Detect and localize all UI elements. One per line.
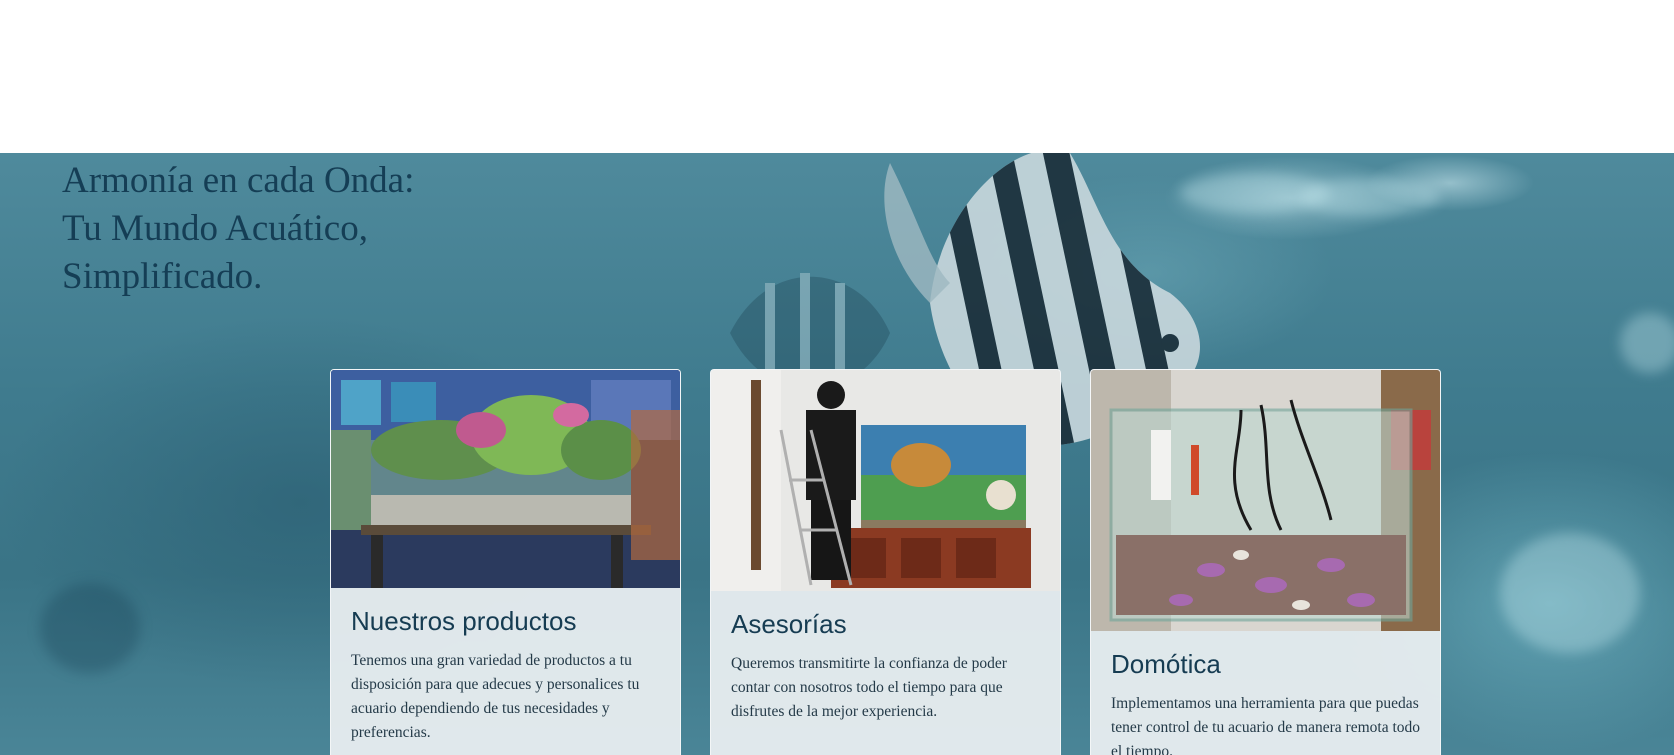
card-text: Queremos transmitirte la confianza de po… — [731, 655, 1007, 720]
top-header-area — [0, 0, 1674, 153]
card-title: Nuestros productos — [351, 606, 577, 636]
aquarium-automation-photo — [1091, 370, 1440, 631]
hero-title-line-1: Armonía en cada Onda: — [62, 160, 415, 201]
aquarium-maintenance-photo — [711, 370, 1060, 591]
card-advisory[interactable]: Asesorías Queremos transmitirte la confi… — [710, 369, 1061, 755]
card-title: Asesorías — [731, 609, 847, 639]
hero-title-line-3: Simplificado. — [62, 256, 263, 297]
hero-section: Armonía en cada Onda: Tu Mundo Acuático,… — [0, 153, 1674, 755]
card-title: Domótica — [1111, 649, 1221, 679]
hero-title: Armonía en cada Onda: Tu Mundo Acuático,… — [62, 157, 622, 301]
hero-title-line-2: Tu Mundo Acuático, — [62, 208, 368, 249]
card-home-automation[interactable]: Domótica Implementamos una herramienta p… — [1090, 369, 1441, 755]
card-text: Implementamos una herramienta para que p… — [1111, 695, 1421, 755]
card-text: Tenemos una gran variedad de productos a… — [351, 652, 640, 741]
planted-aquarium-photo — [331, 370, 680, 588]
card-products[interactable]: Nuestros productos Tenemos una gran vari… — [330, 369, 681, 755]
